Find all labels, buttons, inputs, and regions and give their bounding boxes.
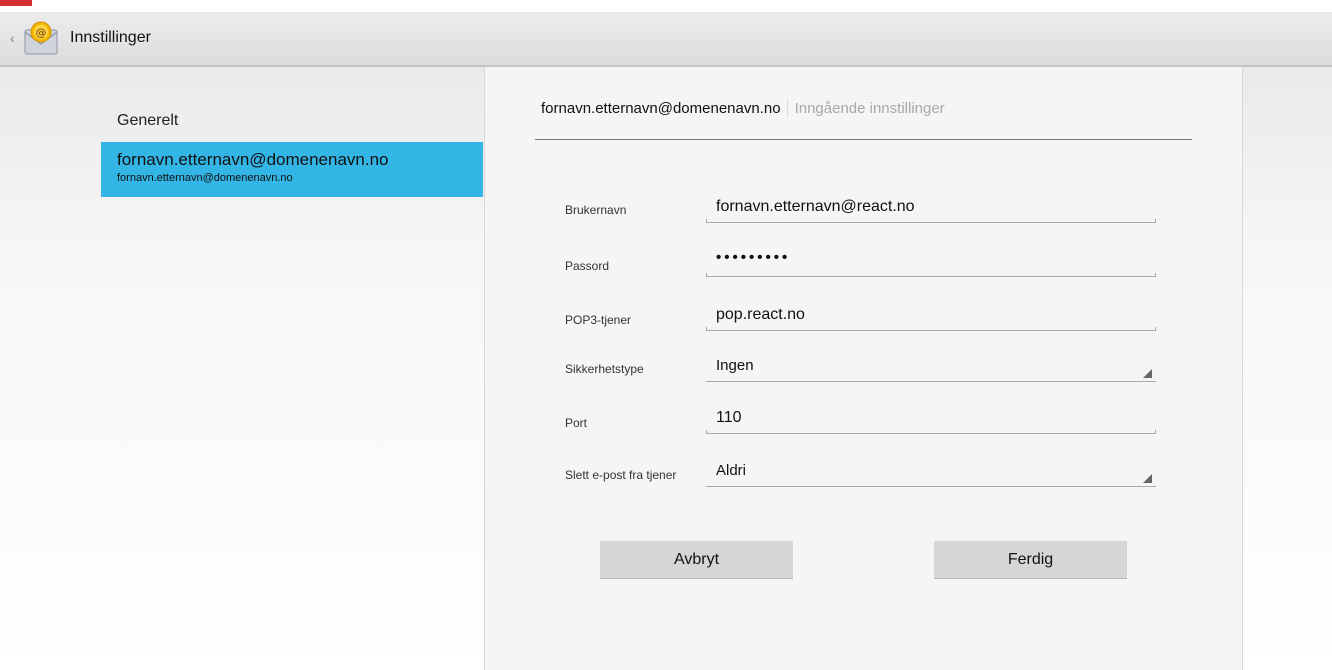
top-strip xyxy=(0,0,1332,12)
settings-sidebar: Generelt fornavn.etternavn@domenenavn.no… xyxy=(0,67,483,670)
delete-select[interactable]: Aldri xyxy=(706,461,1156,487)
delete-value: Aldri xyxy=(716,462,747,479)
breadcrumb-account: fornavn.etternavn@domenenavn.no xyxy=(541,100,781,117)
breadcrumb: fornavn.etternavn@domenenavn.no Inngående… xyxy=(541,99,945,117)
action-bar: ‹ @ Innstillinger xyxy=(0,13,1332,67)
port-label: Port xyxy=(565,416,588,430)
username-value: fornavn.etternavn@react.no xyxy=(716,198,915,215)
dropdown-arrow-icon xyxy=(1143,369,1152,378)
server-field[interactable]: pop.react.no xyxy=(706,305,1156,331)
password-label: Passord xyxy=(565,259,610,273)
username-label: Brukernavn xyxy=(565,203,627,217)
breadcrumb-section: Inngående innstillinger xyxy=(794,100,945,117)
dropdown-arrow-icon xyxy=(1143,474,1152,483)
password-value: ••••••••• xyxy=(716,249,791,266)
account-subtitle: fornavn.etternavn@domenenavn.no xyxy=(117,172,293,184)
security-value: Ingen xyxy=(716,357,754,374)
port-value: 110 xyxy=(716,409,742,426)
sidebar-item-general[interactable]: Generelt xyxy=(117,112,178,130)
svg-text:@: @ xyxy=(36,26,47,39)
page-title: Innstillinger xyxy=(70,29,151,46)
cancel-button[interactable]: Avbryt xyxy=(600,541,793,579)
back-caret-icon[interactable]: ‹ xyxy=(10,30,15,46)
delete-label: Slett e-post fra tjener xyxy=(565,468,677,482)
account-title: fornavn.etternavn@domenenavn.no xyxy=(117,150,389,169)
password-field[interactable]: ••••••••• xyxy=(706,249,1156,277)
server-label: POP3-tjener xyxy=(565,313,632,327)
port-field[interactable]: 110 xyxy=(706,408,1156,434)
username-field[interactable]: fornavn.etternavn@react.no xyxy=(706,197,1156,223)
top-strip-accent xyxy=(0,0,32,6)
email-app-icon[interactable]: @ xyxy=(22,20,60,58)
breadcrumb-divider xyxy=(786,99,788,117)
security-select[interactable]: Ingen xyxy=(706,356,1156,382)
sidebar-item-account[interactable]: fornavn.etternavn@domenenavn.no fornavn.… xyxy=(101,142,483,197)
security-label: Sikkerhetstype xyxy=(565,362,644,376)
server-value: pop.react.no xyxy=(716,306,805,323)
breadcrumb-divider-line xyxy=(535,139,1192,140)
done-button[interactable]: Ferdig xyxy=(934,541,1127,579)
settings-panel: fornavn.etternavn@domenenavn.no Inngående… xyxy=(484,67,1243,670)
